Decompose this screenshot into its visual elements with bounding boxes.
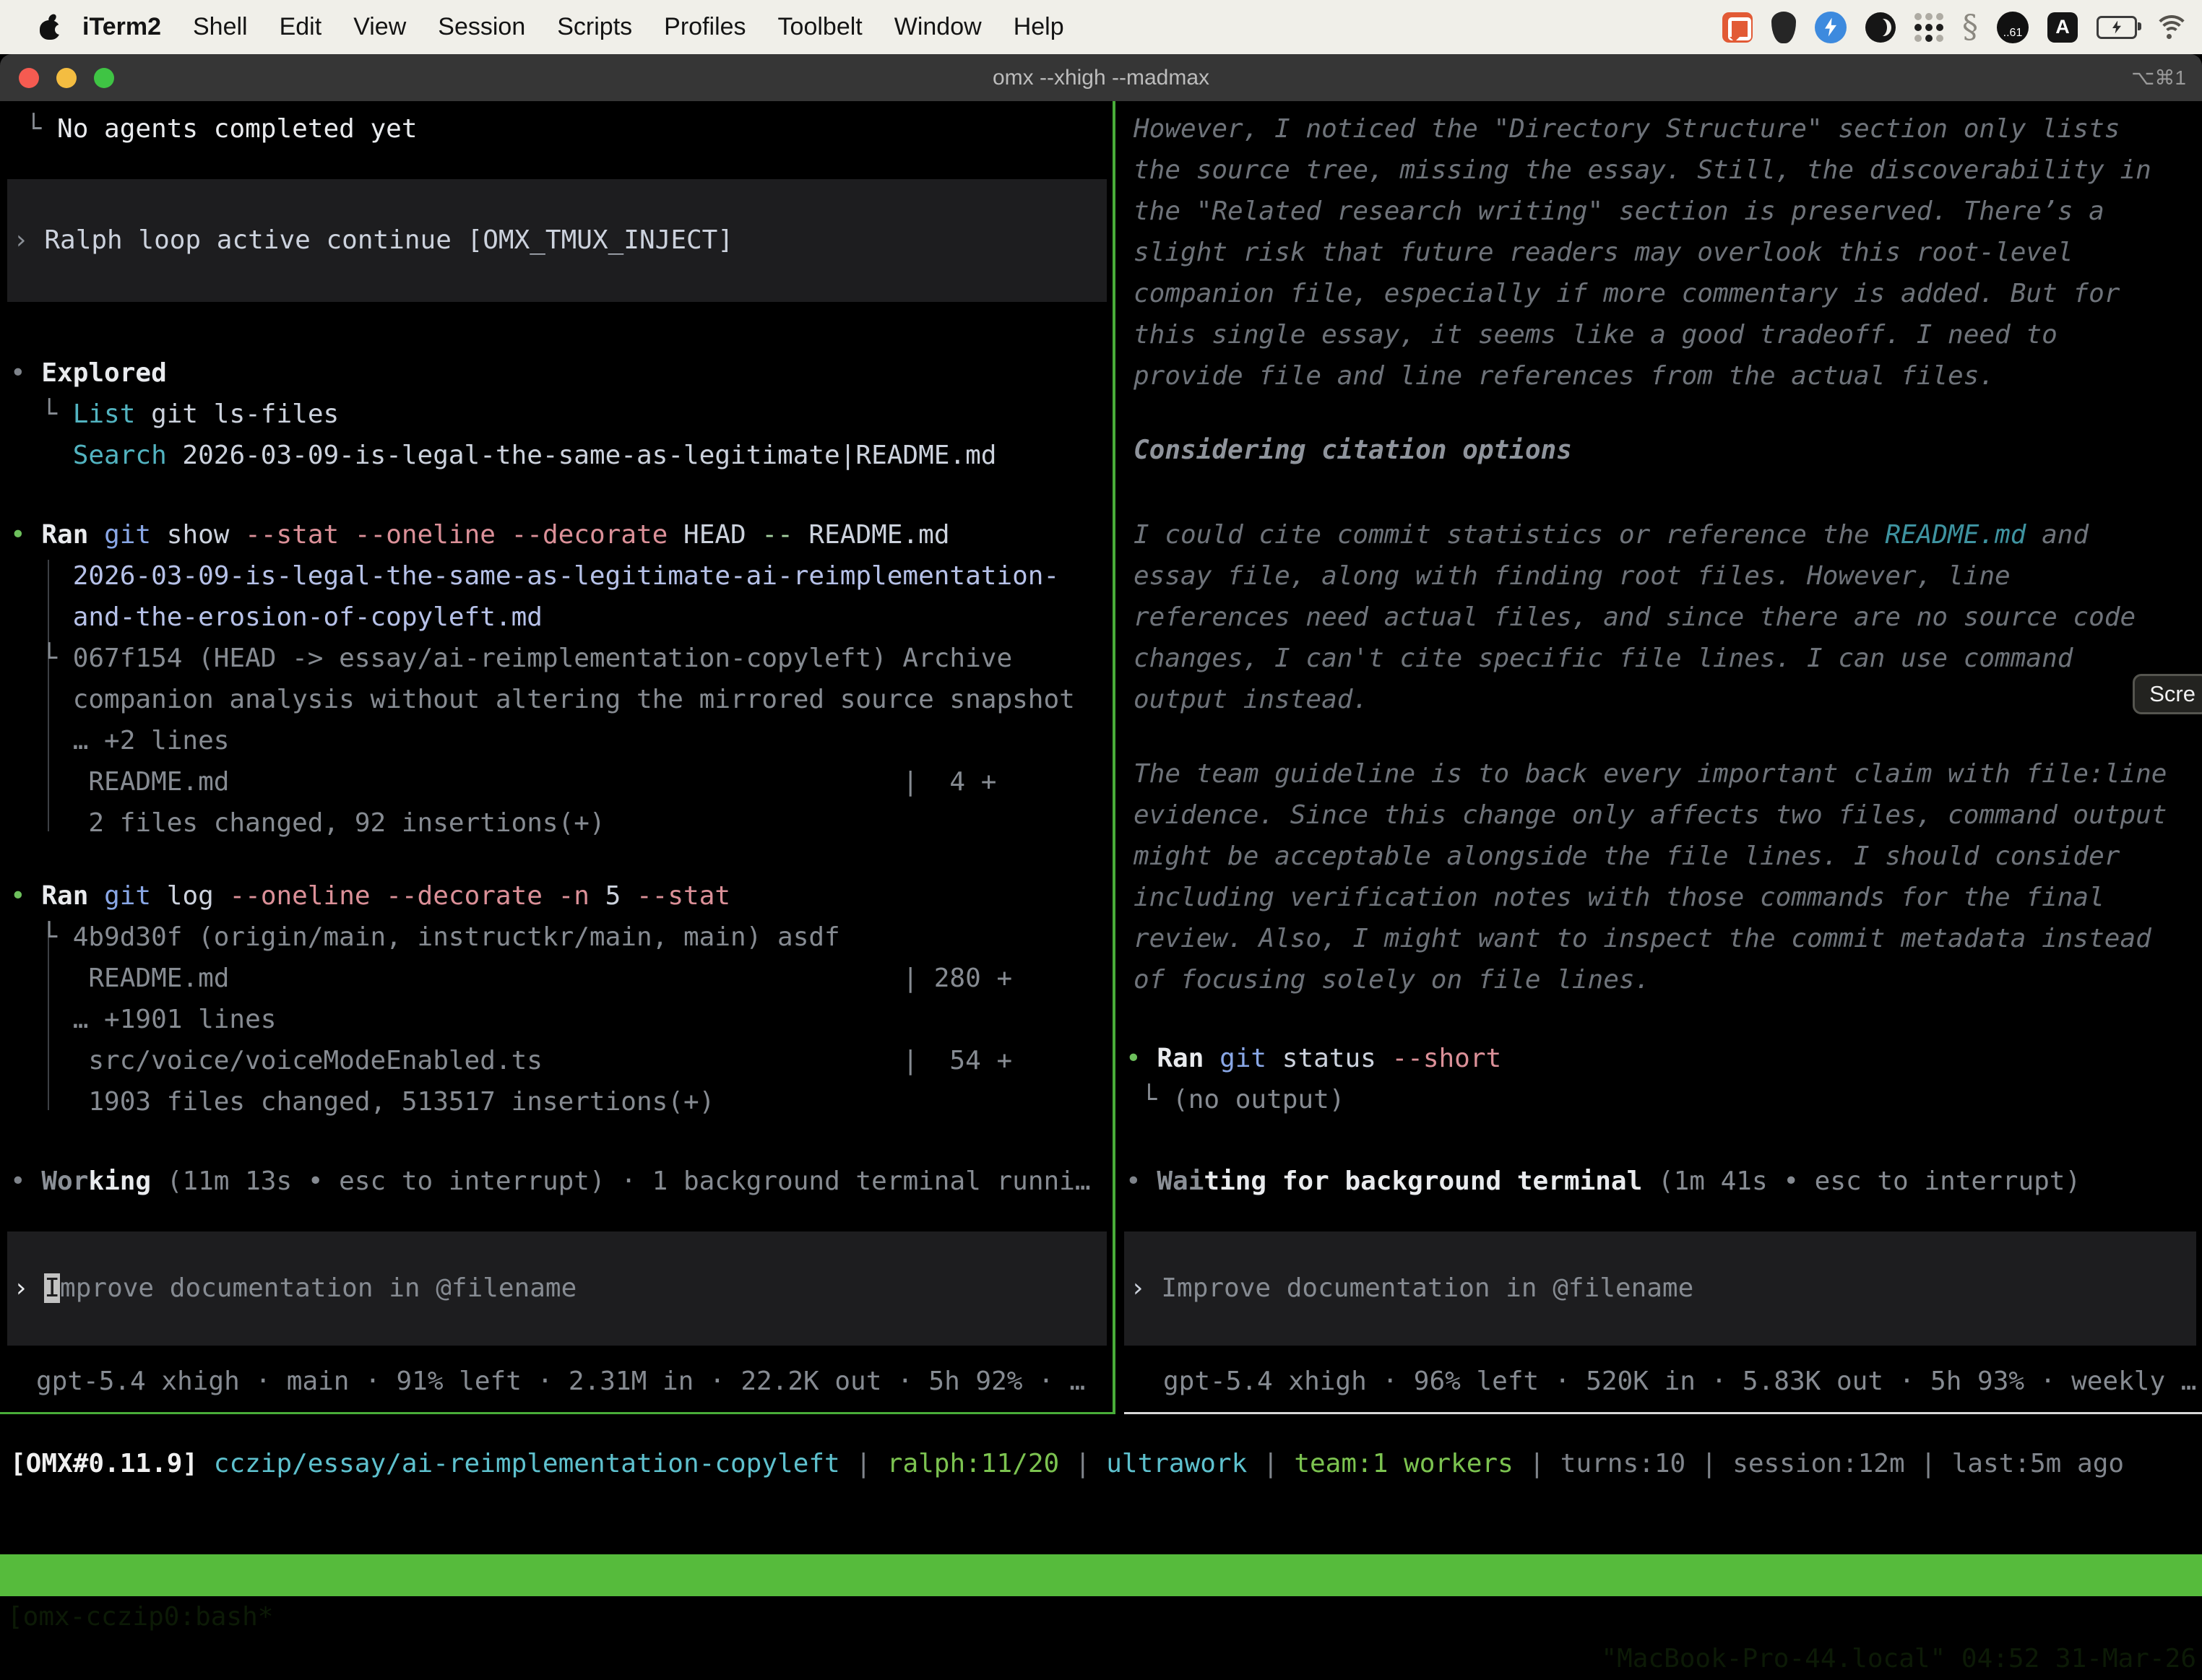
- menu-item-help[interactable]: Help: [1014, 13, 1064, 41]
- menu-item-profiles[interactable]: Profiles: [664, 13, 746, 41]
- tmux-session-name[interactable]: [omx-cczip0:bash*: [7, 1596, 273, 1638]
- explored-list-item: └ List git ls-files: [10, 394, 339, 435]
- menu-item-session[interactable]: Session: [438, 13, 525, 41]
- tmux-status-bar: [omx-cczip0:bash* "MacBook-Pro-44.local"…: [0, 1554, 2202, 1596]
- reasoning-line: provide file and line references from th…: [1134, 355, 1995, 397]
- prompt-input-left[interactable]: › Improve documentation in @filename: [7, 1231, 1107, 1346]
- reasoning-line: the source tree, missing the essay. Stil…: [1134, 150, 2151, 191]
- omx-status-line: [OMX#0.11.9] cczip/essay/ai-reimplementa…: [10, 1443, 2124, 1484]
- command-git-show: • Ran git show --stat --oneline --decora…: [10, 514, 950, 555]
- command-git-log: • Ran git log --oneline --decorate -n 5 …: [10, 875, 730, 917]
- prompt-input-right[interactable]: › Improve documentation in @filename: [1124, 1231, 2196, 1346]
- reasoning-line: slight risk that future readers may over…: [1134, 232, 2073, 273]
- agents-note: └ No agents completed yet: [10, 108, 418, 150]
- reasoning-line: this single essay, it seems like a good …: [1134, 314, 2058, 355]
- menu-item-window[interactable]: Window: [894, 13, 982, 41]
- reasoning-line: evidence. Since this change only affects…: [1134, 794, 2167, 836]
- right-pane-border: [1124, 1412, 2202, 1414]
- messages-icon[interactable]: [1722, 12, 1753, 43]
- macos-menubar: iTerm2 Shell Edit View Session Scripts P…: [0, 0, 2202, 54]
- input-source-icon[interactable]: A: [2047, 12, 2078, 43]
- omx-session-info: | turns:10 | session:12m | last:5m ago: [1514, 1449, 2124, 1478]
- log-output-line: └ 4b9d30f (origin/main, instructkr/main,…: [10, 917, 840, 958]
- hook-icon[interactable]: §: [1962, 12, 1978, 43]
- reasoning-line: including verification notes with those …: [1134, 877, 2104, 918]
- reasoning-line: changes, I can't cite specific file line…: [1134, 638, 2073, 679]
- menu-item-scripts[interactable]: Scripts: [557, 13, 632, 41]
- menu-item-toolbelt[interactable]: Toolbelt: [778, 13, 863, 41]
- menu-items: iTerm2 Shell Edit View Session Scripts P…: [82, 13, 1064, 41]
- screen-overlay-chip[interactable]: Scre: [2133, 674, 2202, 714]
- omx-path: cczip/essay/ai-reimplementation-copyleft: [198, 1449, 840, 1478]
- explored-header: • Explored: [10, 352, 167, 394]
- reasoning-line: companion file, especially if more comme…: [1134, 273, 2120, 314]
- explored-search-item: Search 2026-03-09-is-legal-the-same-as-l…: [10, 435, 996, 476]
- show-output-line: companion analysis without altering the …: [10, 679, 1075, 720]
- pane-divider[interactable]: [1113, 101, 1115, 1414]
- window-titlebar: omx --xhigh --madmax ⌥⌘1: [0, 54, 2202, 101]
- battery-percent-badge-icon[interactable]: ..61: [1997, 12, 2029, 43]
- log-output-line: 1903 files changed, 513517 insertions(+): [10, 1081, 714, 1122]
- window-title: omx --xhigh --madmax: [0, 66, 2202, 90]
- reasoning-line: references need actual files, and since …: [1134, 597, 2136, 638]
- window-shortcut: ⌥⌘1: [2131, 66, 2186, 90]
- moon-icon[interactable]: [1865, 12, 1896, 43]
- show-output-line: 2 files changed, 92 insertions(+): [10, 802, 605, 844]
- reasoning-line: I could cite commit statistics or refere…: [1134, 514, 2089, 555]
- omx-ralph-counter: ralph:11/20: [887, 1449, 1059, 1478]
- log-output-line: src/voice/voiceModeEnabled.ts | 54 +: [10, 1040, 1012, 1081]
- reasoning-line: might be acceptable alongside the file l…: [1134, 836, 2120, 877]
- omx-ultrawork: ultrawork: [1106, 1449, 1247, 1478]
- show-output-line: README.md | 4 +: [10, 761, 996, 802]
- log-output-line: README.md | 280 +: [10, 958, 1012, 999]
- status-output-line: └ (no output): [1126, 1079, 1344, 1120]
- show-output-line: … +2 lines: [10, 720, 229, 761]
- working-status: • Working (11m 13s • esc to interrupt) ·…: [10, 1161, 1091, 1202]
- reasoning-line: of focusing solely on file lines.: [1134, 959, 1650, 1000]
- battery-icon[interactable]: [2097, 16, 2137, 39]
- dots-grid-icon[interactable]: [1914, 13, 1943, 42]
- text-cursor: I: [44, 1273, 60, 1303]
- reasoning-line: The team guideline is to back every impo…: [1134, 753, 2167, 794]
- lightning-badge-icon[interactable]: [1815, 12, 1847, 43]
- command-git-status: • Ran git status --short: [1126, 1038, 1501, 1079]
- wifi-icon[interactable]: [2156, 15, 2188, 40]
- show-filename-line: 2026-03-09-is-legal-the-same-as-legitima…: [10, 555, 1059, 597]
- omx-team: team:1 workers: [1294, 1449, 1513, 1478]
- shield-grid-icon[interactable]: [1771, 12, 1796, 43]
- menu-item-iterm2[interactable]: iTerm2: [82, 13, 161, 41]
- waiting-status: • Waiting for background terminal (1m 41…: [1126, 1161, 2081, 1202]
- menu-item-view[interactable]: View: [353, 13, 406, 41]
- left-terminal-pane: └ No agents completed yet › Ralph loop a…: [0, 101, 1113, 1414]
- reasoning-line: the "Related research writing" section i…: [1134, 191, 2104, 232]
- readme-link: README.md: [1885, 520, 2026, 550]
- menu-item-edit[interactable]: Edit: [280, 13, 322, 41]
- show-filename-line: and-the-erosion-of-copyleft.md: [10, 597, 543, 638]
- right-terminal-pane: However, I noticed the "Directory Struct…: [1124, 101, 2202, 1414]
- model-status-line-left: gpt-5.4 xhigh · main · 91% left · 2.31M …: [36, 1361, 1085, 1402]
- menu-item-shell[interactable]: Shell: [193, 13, 248, 41]
- reasoning-line: However, I noticed the "Directory Struct…: [1134, 108, 2120, 150]
- show-output-line: └ 067f154 (HEAD -> essay/ai-reimplementa…: [10, 638, 1012, 679]
- reasoning-line: output instead.: [1134, 679, 1368, 720]
- log-output-line: … +1901 lines: [10, 999, 276, 1040]
- tmux-host-clock: "MacBook-Pro-44.local" 04:52 31-Mar-26: [1601, 1638, 2196, 1680]
- reasoning-line: review. Also, I might want to inspect th…: [1134, 918, 2151, 959]
- model-status-line-right: gpt-5.4 xhigh · 96% left · 520K in · 5.8…: [1163, 1361, 2196, 1402]
- apple-menu-icon[interactable]: [39, 15, 61, 40]
- omx-version: [OMX#0.11.9]: [10, 1449, 198, 1478]
- left-pane-border: [0, 1412, 1115, 1414]
- reasoning-line: essay file, along with finding root file…: [1134, 555, 2011, 597]
- inject-banner[interactable]: › Ralph loop active continue [OMX_TMUX_I…: [7, 179, 1107, 302]
- menubar-status-icons: § ..61 A: [1722, 12, 2202, 43]
- reasoning-heading: Considering citation options: [1134, 430, 1572, 471]
